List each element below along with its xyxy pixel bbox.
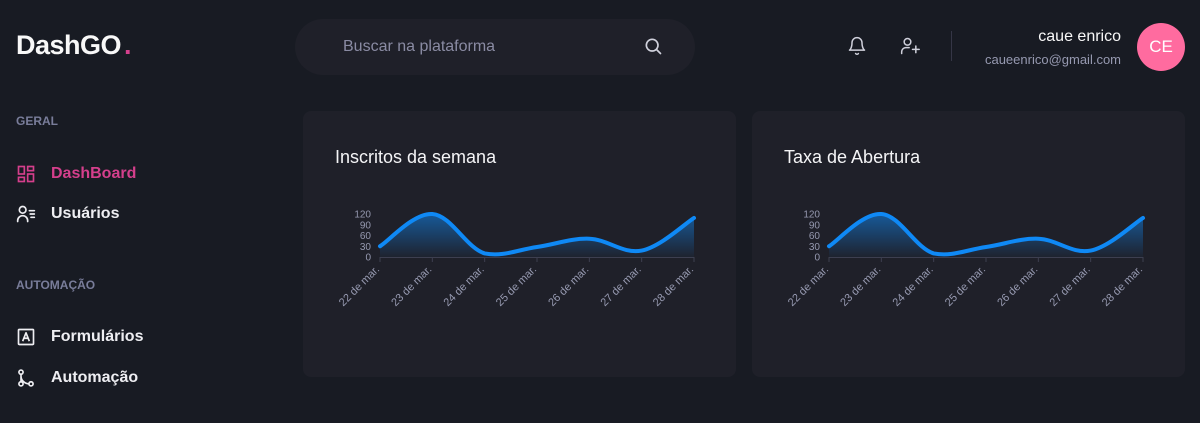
y-tick-label: 90: [360, 220, 372, 231]
logo: DashGO.: [16, 30, 132, 61]
x-tick-label: 24 de mar.: [442, 264, 487, 309]
x-tick-label: 23 de mar.: [389, 264, 434, 309]
x-tick-label: 24 de mar.: [891, 264, 936, 309]
avatar[interactable]: CE: [1137, 23, 1185, 71]
x-tick-label: 28 de mar.: [651, 264, 696, 309]
dashboard-icon: [17, 165, 35, 183]
x-tick-label: 27 de mar.: [1048, 264, 1093, 309]
y-tick-label: 30: [809, 242, 821, 253]
x-tick-label: 22 de mar.: [786, 264, 831, 309]
y-tick-label: 30: [360, 242, 372, 253]
chart-card-inscritos: 0 30 60 90 120 22 de mar. 23 de mar. 24 de mar.…: [303, 111, 736, 377]
sidebar-item-label: Automação: [51, 369, 139, 386]
x-tick-label: 23 de mar.: [838, 264, 883, 309]
git-merge-icon: [18, 369, 34, 387]
y-tick-label: 120: [803, 210, 820, 221]
x-tick-label: 26 de mar.: [546, 264, 591, 309]
sidebar-item-dashboard[interactable]: DashBoard: [16, 163, 136, 185]
y-tick-label: 0: [814, 253, 820, 264]
user-add-icon[interactable]: [900, 36, 920, 56]
x-tick-label: 28 de mar.: [1100, 264, 1145, 309]
logo-text: DashGO: [16, 30, 122, 60]
chart-card-abertura: 0 30 60 90 120 22 de mar. 23 de mar. 24 de mar.…: [752, 111, 1185, 377]
user-email: caueenrico@gmail.com: [984, 52, 1121, 67]
chart-title: Taxa de Abertura: [784, 147, 921, 167]
y-tick-label: 60: [809, 231, 821, 242]
y-tick-label: 60: [360, 231, 372, 242]
section-title-geral: GERAL: [16, 114, 58, 128]
y-tick-label: 0: [365, 253, 371, 264]
bell-icon[interactable]: [847, 36, 867, 56]
form-icon: [17, 328, 35, 346]
x-tick-label: 25 de mar.: [494, 264, 539, 309]
chart-title: Inscritos da semana: [335, 147, 497, 167]
section-title-automacao: AUTOMAÇÃO: [16, 278, 96, 292]
search-bar[interactable]: Buscar na plataforma: [295, 19, 695, 75]
x-tick-label: 27 de mar.: [599, 264, 644, 309]
sidebar-item-users[interactable]: Usuários: [16, 203, 119, 225]
y-tick-label: 120: [354, 210, 371, 221]
sidebar-item-automation[interactable]: Automação: [16, 367, 138, 389]
logo-dot: .: [124, 30, 132, 60]
x-tick-label: 26 de mar.: [995, 264, 1040, 309]
sidebar-item-label: Usuários: [51, 205, 120, 222]
y-tick-label: 90: [809, 220, 821, 231]
search-icon[interactable]: [643, 36, 663, 56]
sidebar-item-label: DashBoard: [51, 165, 137, 182]
search-input[interactable]: Buscar na plataforma: [343, 38, 495, 56]
sidebar-item-label: Formulários: [51, 328, 144, 345]
sidebar-item-forms[interactable]: Formulários: [16, 326, 143, 348]
x-tick-label: 25 de mar.: [943, 264, 988, 309]
x-tick-label: 22 de mar.: [337, 264, 382, 309]
user-name: caue enrico: [1038, 28, 1121, 45]
users-icon: [16, 205, 36, 223]
header-divider: [951, 31, 952, 61]
